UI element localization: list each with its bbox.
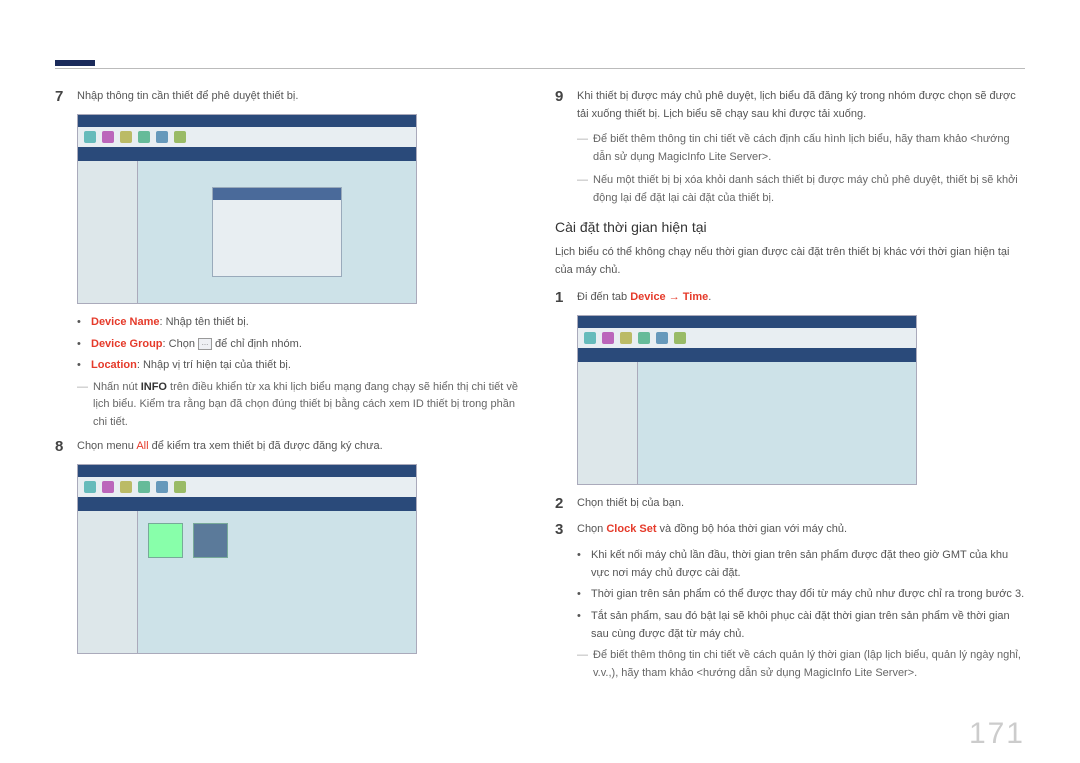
- text-c: .: [708, 291, 711, 303]
- section-heading: Cài đặt thời gian hiện tại: [555, 216, 1025, 238]
- bullet-device-group: Device Group: Chọn … để chỉ định nhóm.: [77, 336, 525, 354]
- step-7: 7 Nhập thông tin cần thiết để phê duyệt …: [55, 88, 525, 106]
- label: Device Name: [91, 316, 160, 328]
- step-2: 2 Chọn thiết bị của bạn.: [555, 495, 1025, 513]
- header-rule: [55, 68, 1025, 69]
- text-c: để kiểm tra xem thiết bị đã được đăng ký…: [149, 440, 383, 452]
- note-device-removed: Nếu một thiết bị bị xóa khỏi danh sách t…: [577, 172, 1025, 207]
- section-intro: Lịch biểu có thể không chạy nếu thời gia…: [555, 244, 1025, 279]
- bullet-device-name: Device Name: Nhập tên thiết bị.: [77, 314, 525, 332]
- text-red: Clock Set: [606, 523, 656, 535]
- step-number: 1: [555, 289, 577, 307]
- bullet-location: Location: Nhập vị trí hiện tại của thiết…: [77, 357, 525, 375]
- step-number: 7: [55, 88, 77, 106]
- text-b: để chỉ định nhóm.: [212, 338, 302, 350]
- text-red: All: [136, 440, 148, 452]
- step-1: 1 Đi đến tab Device → Time.: [555, 289, 1025, 307]
- label: Location: [91, 359, 137, 371]
- step-8: 8 Chọn menu All để kiểm tra xem thiết bị…: [55, 438, 525, 456]
- note-a: Nhấn nút: [93, 381, 141, 393]
- text-a: : Chọn: [163, 338, 198, 350]
- text-c: và đồng bộ hóa thời gian với máy chủ.: [657, 523, 848, 535]
- page-number: 171: [969, 710, 1025, 758]
- step-text: Chọn menu All để kiểm tra xem thiết bị đ…: [77, 438, 525, 456]
- browse-icon: …: [198, 338, 212, 350]
- step-number: 8: [55, 438, 77, 456]
- step-9: 9 Khi thiết bị được máy chủ phê duyệt, l…: [555, 88, 1025, 123]
- screenshot-device-time: [577, 315, 917, 485]
- text: : Nhập vị trí hiện tại của thiết bị.: [137, 359, 291, 371]
- label: Device Group: [91, 338, 163, 350]
- text-red: Device → Time: [630, 291, 708, 303]
- text-a: Chọn: [577, 523, 606, 535]
- bullet-list: Device Name: Nhập tên thiết bị. Device G…: [77, 314, 525, 375]
- note-b: INFO: [141, 381, 167, 393]
- step-text: Nhập thông tin cần thiết để phê duyệt th…: [77, 88, 525, 106]
- note-info: Nhấn nút INFO trên điều khiển từ xa khi …: [77, 379, 525, 432]
- step-number: 9: [555, 88, 577, 123]
- left-column: 7 Nhập thông tin cần thiết để phê duyệt …: [55, 88, 525, 664]
- sub-bullet: Khi kết nối máy chủ lần đầu, thời gian t…: [577, 547, 1025, 582]
- sub-bullets: Khi kết nối máy chủ lần đầu, thời gian t…: [577, 547, 1025, 643]
- text-a: Chọn menu: [77, 440, 136, 452]
- screenshot-all-menu: [77, 464, 417, 654]
- right-column: 9 Khi thiết bị được máy chủ phê duyệt, l…: [555, 88, 1025, 688]
- text: : Nhập tên thiết bị.: [160, 316, 249, 328]
- step-number: 3: [555, 521, 577, 539]
- step-number: 2: [555, 495, 577, 513]
- step-text: Chọn thiết bị của bạn.: [577, 495, 1025, 513]
- step-text: Khi thiết bị được máy chủ phê duyệt, lịc…: [577, 88, 1025, 123]
- sub-bullet: Tắt sản phẩm, sau đó bật lại sẽ khôi phụ…: [577, 608, 1025, 643]
- step-3: 3 Chọn Clock Set và đồng bộ hóa thời gia…: [555, 521, 1025, 539]
- screenshot-approve-dialog: [77, 114, 417, 304]
- sub-bullet: Thời gian trên sản phẩm có thể được thay…: [577, 586, 1025, 604]
- step-text: Chọn Clock Set và đồng bộ hóa thời gian …: [577, 521, 1025, 539]
- note-schedule-guide: Để biết thêm thông tin chi tiết về cách …: [577, 131, 1025, 166]
- step-text: Đi đến tab Device → Time.: [577, 289, 1025, 307]
- text-a: Đi đến tab: [577, 291, 630, 303]
- note-time-guide: Để biết thêm thông tin chi tiết về cách …: [577, 647, 1025, 682]
- header-accent: [55, 60, 95, 66]
